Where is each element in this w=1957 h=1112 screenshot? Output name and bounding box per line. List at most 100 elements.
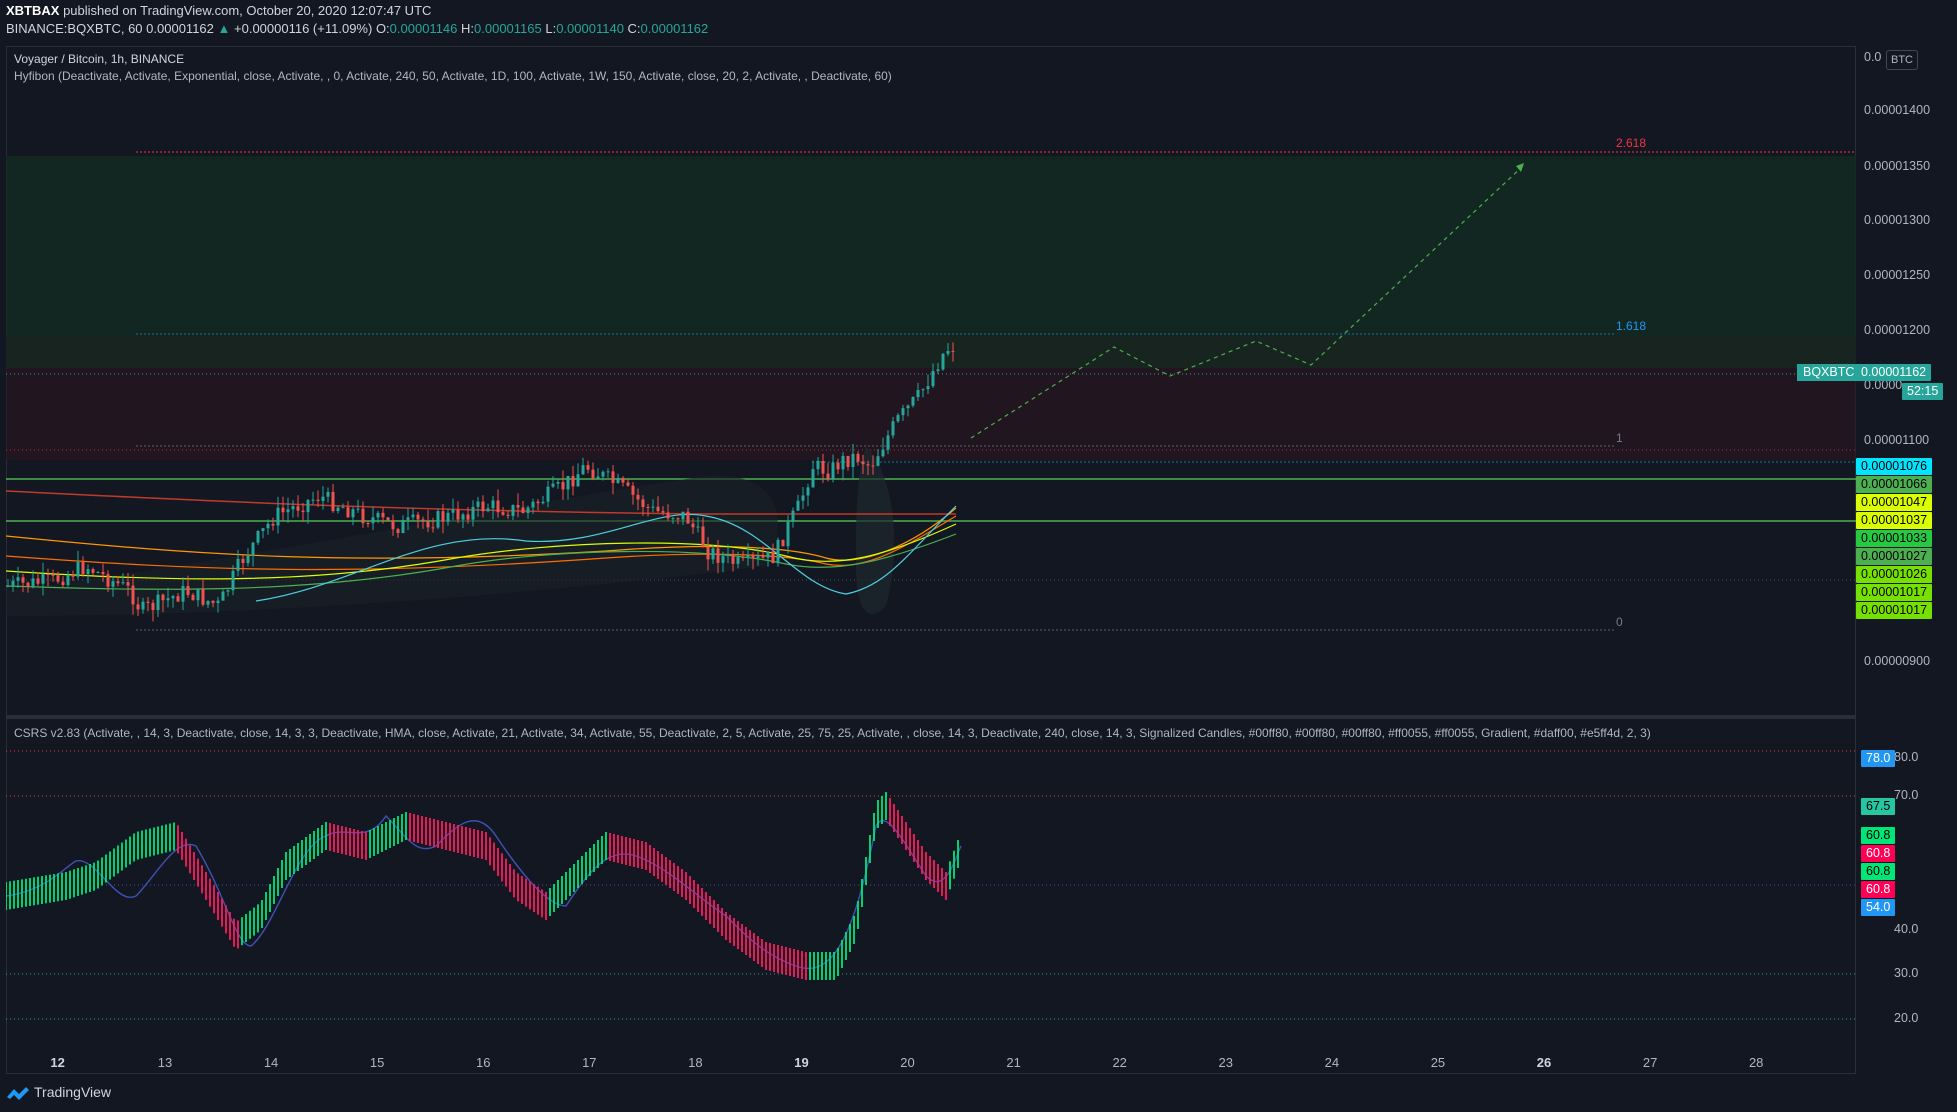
candle-body	[196, 588, 200, 601]
candle-body	[31, 578, 35, 587]
candle-body	[771, 551, 775, 564]
candle-body	[691, 523, 695, 528]
candle-body	[696, 526, 700, 528]
time-tick: 12	[50, 1055, 65, 1070]
candle-body	[371, 517, 375, 524]
candle-body	[246, 555, 250, 564]
candle-body	[791, 510, 795, 522]
candle-body	[841, 455, 845, 470]
price-axis[interactable]: 0.0 0.00001400 0.00001350 0.00001300 0.0…	[1856, 46, 1957, 1074]
time-tick: 27	[1642, 1055, 1658, 1070]
candle-body	[666, 512, 670, 519]
candle-body	[561, 482, 565, 490]
candle-body	[181, 586, 185, 602]
candle-body	[86, 569, 90, 575]
publish-text: published on TradingView.com, October 20…	[63, 3, 432, 18]
candle-body	[326, 491, 330, 497]
candle-body	[776, 539, 780, 564]
candle-body	[396, 529, 400, 534]
hyfibon-legend[interactable]: Hyfibon (Deactivate, Activate, Exponenti…	[14, 69, 892, 83]
candle-body	[241, 558, 245, 564]
candle-body	[191, 594, 195, 601]
fib-label-1: 1	[1616, 431, 1623, 445]
candle-body	[166, 598, 170, 601]
candle-body	[591, 469, 595, 479]
candle-body	[471, 506, 475, 520]
candle-body	[496, 500, 500, 513]
candle-body	[76, 561, 80, 577]
candle-body	[581, 465, 585, 475]
candle-body	[746, 555, 750, 559]
candle-body	[526, 507, 530, 513]
candle-body	[111, 581, 115, 587]
candle-body	[41, 573, 45, 584]
candle-body	[611, 471, 615, 483]
currency-button[interactable]: BTC	[1886, 50, 1918, 70]
time-axis[interactable]: 12 13 14 15 16 17 18 19 20 21 22 23 24 25 26 27 28	[6, 1050, 1856, 1074]
candle-body	[426, 521, 430, 528]
price-tick: 0.00001350	[1864, 159, 1931, 173]
high-label: H:	[461, 21, 475, 36]
osc-histogram	[6, 792, 959, 980]
last-price: 0.00001162	[146, 21, 214, 36]
candle-body	[781, 539, 785, 547]
candle-body	[116, 581, 120, 584]
osc-tick: 20.0	[1894, 1011, 1919, 1025]
time-tick: 23	[1218, 1055, 1233, 1070]
candle-body	[881, 449, 885, 457]
fib-label-0: 0	[1616, 615, 1623, 629]
candle-body	[441, 511, 445, 522]
fib-zone-band	[6, 336, 1856, 368]
time-tick: 20	[900, 1055, 915, 1070]
candle-body	[676, 518, 680, 520]
candle-body	[936, 369, 940, 372]
osc-value-label: 60.8	[1861, 827, 1896, 844]
candle-body	[551, 483, 555, 487]
brand-name[interactable]: TradingView	[34, 1084, 111, 1100]
candle-body	[871, 465, 875, 467]
low-value: 0.00001140	[556, 21, 624, 36]
candle-body	[161, 594, 165, 601]
indicator-price-label: 0.00001027	[1856, 548, 1933, 565]
candle-body	[26, 582, 30, 587]
candle-body	[726, 554, 730, 557]
candle-body	[411, 514, 415, 518]
indicator-price-label: 0.00001047	[1856, 494, 1933, 511]
candle-body	[816, 460, 820, 470]
candle-body	[896, 415, 900, 422]
price-chart[interactable]: 2.618 1.618 1 0	[6, 46, 1856, 1050]
candle-body	[301, 510, 305, 513]
time-tick: 25	[1430, 1055, 1446, 1070]
candle-body	[51, 574, 55, 576]
candle-body	[36, 578, 40, 584]
candle-body	[251, 542, 255, 556]
candle-body	[226, 590, 230, 592]
candle-body	[96, 571, 100, 573]
candle-body	[231, 570, 235, 591]
candle-body	[891, 421, 895, 436]
candle-body	[756, 556, 760, 558]
author-name[interactable]: XBTBAX	[6, 3, 59, 18]
candle-body	[806, 487, 810, 496]
osc-tick: 40.0	[1894, 922, 1919, 936]
candle-body	[351, 509, 355, 518]
csrs-legend[interactable]: CSRS v2.83 (Activate, , 14, 3, Deactivat…	[14, 726, 1651, 740]
candle-body	[866, 464, 870, 466]
candle-body	[261, 528, 265, 531]
candle-body	[376, 512, 380, 518]
indicator-price-label: 0.00001033	[1856, 530, 1933, 547]
candle-body	[721, 556, 725, 563]
candle-body	[926, 386, 930, 390]
candle-body	[521, 507, 525, 513]
candle-body	[821, 460, 825, 474]
osc-value-label: 60.8	[1861, 845, 1896, 862]
candle-body	[126, 582, 130, 586]
osc-value-label: 54.0	[1861, 899, 1896, 916]
time-tick: 15	[369, 1055, 385, 1070]
candle-body	[121, 582, 125, 584]
candle-body	[16, 577, 20, 581]
candle-body	[711, 548, 715, 560]
candle-body	[321, 496, 325, 502]
osc-value-label: 60.8	[1861, 881, 1896, 898]
candle-body	[631, 485, 635, 495]
